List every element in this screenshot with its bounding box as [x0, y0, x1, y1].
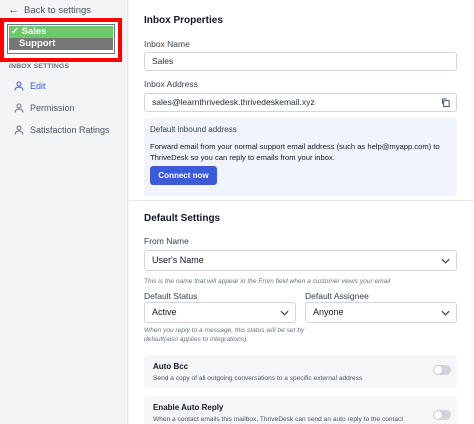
- connect-now-button[interactable]: Connect now: [150, 166, 217, 185]
- sidebar-item-satisfaction-ratings[interactable]: Satisfaction Ratings: [14, 125, 110, 135]
- chevron-down-icon: [280, 310, 289, 316]
- auto-reply-toggle[interactable]: [433, 410, 451, 420]
- settings-card: Inbox Properties Inbox Name Sales Inbox …: [129, 0, 474, 424]
- copy-icon[interactable]: [441, 98, 450, 107]
- sidebar-item-label: Satisfaction Ratings: [30, 125, 110, 135]
- user-icon: [14, 103, 24, 113]
- sidebar-item-edit[interactable]: Edit: [14, 81, 46, 91]
- chevron-down-icon: [441, 258, 450, 264]
- inbox-address-field[interactable]: sales@learnthrivedesk.thrivedeskemail.xy…: [144, 93, 457, 112]
- chevron-down-icon: [441, 310, 450, 316]
- auto-bcc-toggle[interactable]: [433, 365, 451, 375]
- user-icon: [14, 81, 24, 91]
- inbound-address-box: Default inbound address Forward email fr…: [144, 118, 457, 196]
- auto-bcc-row: Auto Bcc Send a copy of all outgoing con…: [144, 355, 457, 388]
- check-icon: ✓: [11, 26, 19, 37]
- auto-bcc-title: Auto Bcc: [153, 362, 189, 371]
- inbox-option-label: Support: [19, 38, 56, 49]
- inbox-properties-title: Inbox Properties: [144, 15, 223, 26]
- default-status-select[interactable]: Active: [144, 302, 296, 323]
- main-content: Inbox Properties Inbox Name Sales Inbox …: [129, 0, 474, 424]
- inbox-name-input[interactable]: Sales: [144, 52, 457, 71]
- inbox-selector-dropdown[interactable]: ✓ Sales Support: [7, 24, 115, 54]
- back-to-settings-link[interactable]: ← Back to settings: [8, 4, 91, 16]
- auto-bcc-description: Send a copy of all outgoing conversation…: [153, 375, 363, 382]
- inbox-option-label: Sales: [21, 26, 47, 37]
- default-assignee-label: Default Assignee: [305, 291, 369, 301]
- inbox-address-label: Inbox Address: [144, 79, 198, 89]
- default-status-hint-line-1: When you reply to a message, this status…: [144, 327, 305, 334]
- default-settings-title: Default Settings: [144, 213, 221, 224]
- auto-reply-description: When a contact emails this mailbox, Thri…: [153, 416, 404, 423]
- from-name-hint: This is the name that will appear in the…: [144, 278, 391, 285]
- inbound-address-text: Forward email from your normal support e…: [150, 142, 440, 162]
- inbox-option-sales[interactable]: ✓ Sales: [9, 26, 113, 38]
- inbox-name-label: Inbox Name: [144, 39, 190, 49]
- auto-reply-row: Enable Auto Reply When a contact emails …: [144, 396, 457, 424]
- inbox-name-value: Sales: [152, 56, 174, 66]
- default-status-label: Default Status: [144, 291, 198, 301]
- default-status-hint-line-2: default(also applies to integrations).: [144, 336, 249, 343]
- section-divider: [129, 200, 474, 201]
- inbox-option-support[interactable]: Support: [9, 38, 113, 50]
- user-icon: [14, 125, 24, 135]
- default-status-value: Active: [152, 307, 177, 317]
- inbox-address-value: sales@learnthrivedesk.thrivedeskemail.xy…: [152, 97, 315, 107]
- sidebar: ← Back to settings ✓ Sales Support INBOX…: [0, 0, 128, 424]
- sidebar-item-permission[interactable]: Permission: [14, 103, 75, 113]
- inbox-selector-highlight: ✓ Sales Support: [0, 18, 122, 62]
- back-link-label: Back to settings: [24, 4, 92, 16]
- from-name-value: User's Name: [152, 255, 204, 265]
- sidebar-item-label: Permission: [30, 103, 75, 113]
- default-assignee-value: Anyone: [313, 307, 344, 317]
- sidebar-item-label: Edit: [30, 81, 46, 91]
- from-name-label: From Name: [144, 236, 189, 246]
- inbox-settings-section-label: INBOX SETTINGS: [9, 63, 70, 70]
- inbound-address-title: Default inbound address: [150, 125, 237, 134]
- auto-reply-title: Enable Auto Reply: [153, 403, 224, 412]
- from-name-select[interactable]: User's Name: [144, 250, 457, 271]
- arrow-left-icon: ←: [8, 4, 19, 16]
- default-assignee-select[interactable]: Anyone: [305, 302, 457, 323]
